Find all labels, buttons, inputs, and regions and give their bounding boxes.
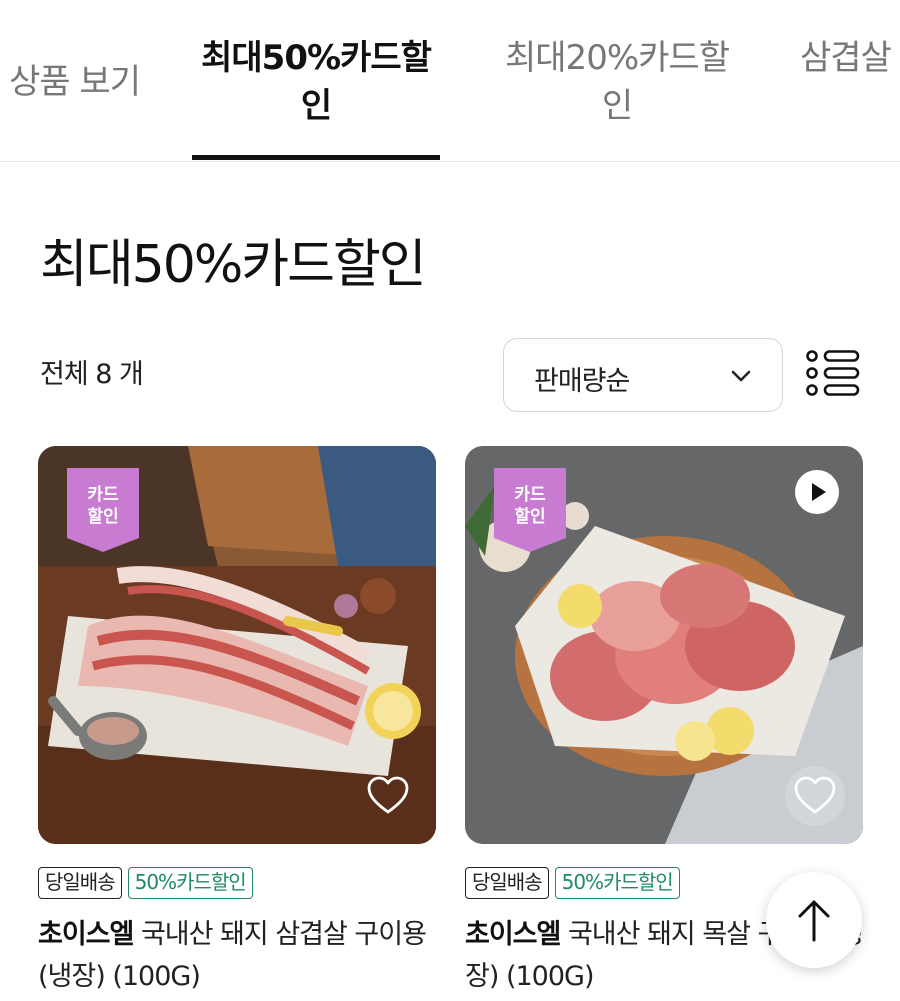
tab-label-line2: 인 [300,86,332,126]
card-discount-badge: 카드 할인 [67,468,139,552]
badge-line2: 할인 [514,507,546,527]
wishlist-button[interactable] [358,766,418,826]
tab-label: 상품 보기 [9,62,141,102]
product-brand: 초이스엘 [465,919,561,950]
badge-line1: 카드 [514,485,546,505]
video-play-button[interactable] [795,470,839,514]
tab-label: 삼겹살 [800,38,892,78]
tag-same-day-delivery: 당일배송 [38,867,122,899]
active-tab-indicator [192,155,440,160]
product-card[interactable]: 카드 할인 당일배송 50%카드할인 초이스엘 국내산 돼지 삼겹살 구이용(냉장… [38,446,436,1001]
product-image[interactable]: 카드 할인 [465,446,863,844]
product-tags: 당일배송 50%카드할인 [38,867,259,899]
tab-view-products[interactable]: 상품 보기 [0,58,141,106]
arrow-up-icon [798,900,830,942]
product-brand: 초이스엘 [38,919,134,950]
tag-card-discount: 50%카드할인 [554,867,680,899]
product-name[interactable]: 초이스엘 국내산 돼지 삼겹살 구이용(냉장) (100G) [38,914,448,998]
product-image[interactable]: 카드 할인 [38,446,436,844]
tab-label-line1: 최대20%카드할 [505,38,730,78]
tab-max-20-card-discount[interactable]: 최대20%카드할 인 [488,34,746,130]
scroll-to-top-button[interactable] [766,872,862,968]
badge-line1: 카드 [87,485,119,505]
tag-same-day-delivery: 당일배송 [465,867,549,899]
card-discount-badge: 카드 할인 [494,468,566,552]
list-view-icon[interactable] [805,349,861,397]
play-icon [812,483,826,501]
section-title: 최대50%카드할인 [40,235,427,295]
tab-label-line2: 인 [601,86,633,126]
tab-label-line1: 최대50%카드할 [201,38,432,78]
heart-icon [794,776,836,814]
sort-selected-value: 판매량순 [534,366,630,397]
tab-pork-belly[interactable]: 삼겹살 [800,34,900,82]
sort-dropdown[interactable]: 판매량순 [503,338,783,412]
badge-line2: 할인 [87,507,119,527]
total-count: 전체 8 개 [40,359,144,390]
tab-max-50-card-discount[interactable]: 최대50%카드할 인 [192,34,440,130]
wishlist-button[interactable] [785,766,845,826]
product-tags: 당일배송 50%카드할인 [465,867,686,899]
heart-icon [367,776,409,814]
tag-card-discount: 50%카드할인 [127,867,253,899]
category-tab-bar: 상품 보기 최대50%카드할 인 최대20%카드할 인 삼겹살 [0,0,900,162]
chevron-down-icon [731,370,751,382]
